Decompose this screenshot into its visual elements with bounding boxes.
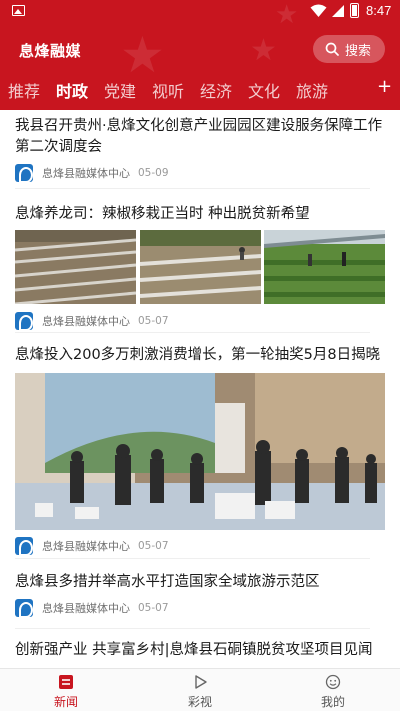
source-logo-icon bbox=[15, 599, 33, 618]
search-button[interactable]: 搜索 bbox=[313, 35, 385, 63]
news-item[interactable]: 创新强产业 共享富乡村|息烽县石硐镇脱贫攻坚项目见闻 bbox=[15, 640, 385, 661]
nav-video[interactable]: 彩视 bbox=[160, 669, 240, 711]
news-source: 息烽县融媒体中心 bbox=[42, 167, 130, 180]
news-thumbnail[interactable] bbox=[264, 230, 385, 304]
news-source: 息烽县融媒体中心 bbox=[42, 315, 130, 328]
divider bbox=[15, 558, 370, 559]
search-label: 搜索 bbox=[345, 43, 372, 59]
profile-icon bbox=[325, 674, 341, 690]
app-brand-title: 息烽融媒 bbox=[19, 42, 82, 60]
news-source: 息烽县融媒体中心 bbox=[42, 602, 130, 615]
status-bar: 8:47 bbox=[0, 0, 400, 24]
news-date: 05-07 bbox=[138, 315, 169, 327]
news-meta: 息烽县融媒体中心 05-09 bbox=[15, 164, 385, 183]
news-title: 创新强产业 共享富乡村|息烽县石硐镇脱贫攻坚项目见闻 bbox=[15, 642, 373, 658]
news-item[interactable]: 我县召开贵州·息烽文化创意产业园园区建设服务保障工作第二次调度会 息烽县融媒体中… bbox=[15, 116, 385, 183]
news-icon bbox=[59, 675, 73, 689]
tab-economy[interactable]: 经济 bbox=[200, 78, 232, 102]
search-icon bbox=[325, 42, 339, 56]
divider bbox=[15, 628, 370, 629]
news-date: 05-07 bbox=[138, 602, 169, 614]
news-meta: 息烽县融媒体中心 05-07 bbox=[15, 537, 385, 556]
status-time: 8:47 bbox=[366, 3, 392, 18]
nav-profile-label: 我的 bbox=[320, 695, 345, 709]
news-item[interactable]: 息烽县多措并举高水平打造国家全域旅游示范区 息烽县融媒体中心 05-07 bbox=[15, 572, 385, 618]
tab-audiovisual[interactable]: 视听 bbox=[152, 78, 184, 102]
divider bbox=[15, 332, 370, 333]
tab-party-building[interactable]: 党建 bbox=[104, 78, 136, 102]
tab-politics[interactable]: 时政 bbox=[56, 78, 88, 102]
news-item[interactable]: 息烽养龙司：辣椒移栽正当时 种出脱贫新希望 息烽县融媒体中心 05-07 bbox=[15, 204, 385, 331]
source-logo-icon bbox=[15, 537, 33, 556]
news-meta: 息烽县融媒体中心 05-07 bbox=[15, 599, 385, 618]
app-header: ★ ★ ★ 8:47 息烽融媒 搜索 推荐 时政 党建 视听 经济 文化 旅游 … bbox=[0, 0, 400, 110]
news-meta: 息烽县融媒体中心 05-07 bbox=[15, 312, 385, 331]
gallery-notification-icon bbox=[12, 5, 25, 16]
news-cover-image[interactable] bbox=[15, 373, 385, 530]
news-item[interactable]: 息烽投入200多万刺激消费增长，第一轮抽奖5月8日揭晓 息烽县融媒体中心 05-… bbox=[15, 345, 385, 556]
source-logo-icon bbox=[15, 164, 33, 183]
tab-recommend[interactable]: 推荐 bbox=[8, 78, 40, 102]
news-image-row bbox=[15, 230, 385, 304]
battery-icon bbox=[350, 3, 359, 18]
channel-tabs: 推荐 时政 党建 视听 经济 文化 旅游 + bbox=[0, 72, 400, 106]
source-logo-icon bbox=[15, 312, 33, 331]
news-title: 息烽投入200多万刺激消费增长，第一轮抽奖5月8日揭晓 bbox=[15, 347, 381, 363]
nav-video-label: 彩视 bbox=[187, 695, 212, 709]
news-title: 息烽养龙司：辣椒移栽正当时 种出脱贫新希望 bbox=[15, 206, 310, 222]
nav-news[interactable]: 新闻 bbox=[26, 669, 106, 711]
divider bbox=[15, 188, 370, 189]
tab-culture[interactable]: 文化 bbox=[248, 78, 280, 102]
background-star-icon: ★ bbox=[250, 33, 277, 68]
news-date: 05-09 bbox=[138, 167, 169, 179]
news-feed[interactable]: 我县召开贵州·息烽文化创意产业园园区建设服务保障工作第二次调度会 息烽县融媒体中… bbox=[0, 110, 400, 668]
news-thumbnail[interactable] bbox=[139, 230, 261, 304]
nav-news-label: 新闻 bbox=[53, 695, 78, 709]
news-date: 05-07 bbox=[138, 540, 169, 552]
news-title: 我县召开贵州·息烽文化创意产业园园区建设服务保障工作第二次调度会 bbox=[15, 118, 383, 155]
news-title: 息烽县多措并举高水平打造国家全域旅游示范区 bbox=[15, 574, 320, 590]
app-screen: ★ ★ ★ 8:47 息烽融媒 搜索 推荐 时政 党建 视听 经济 文化 旅游 … bbox=[0, 0, 400, 711]
nav-profile[interactable]: 我的 bbox=[293, 669, 373, 711]
add-channel-button[interactable]: + bbox=[377, 76, 392, 97]
tab-tourism[interactable]: 旅游 bbox=[296, 78, 328, 102]
wifi-icon bbox=[310, 4, 327, 17]
news-thumbnail[interactable] bbox=[15, 230, 136, 304]
bottom-navigation: 新闻 彩视 我的 bbox=[0, 668, 400, 711]
play-icon bbox=[195, 675, 207, 689]
signal-icon bbox=[332, 5, 344, 17]
news-source: 息烽县融媒体中心 bbox=[42, 540, 130, 553]
